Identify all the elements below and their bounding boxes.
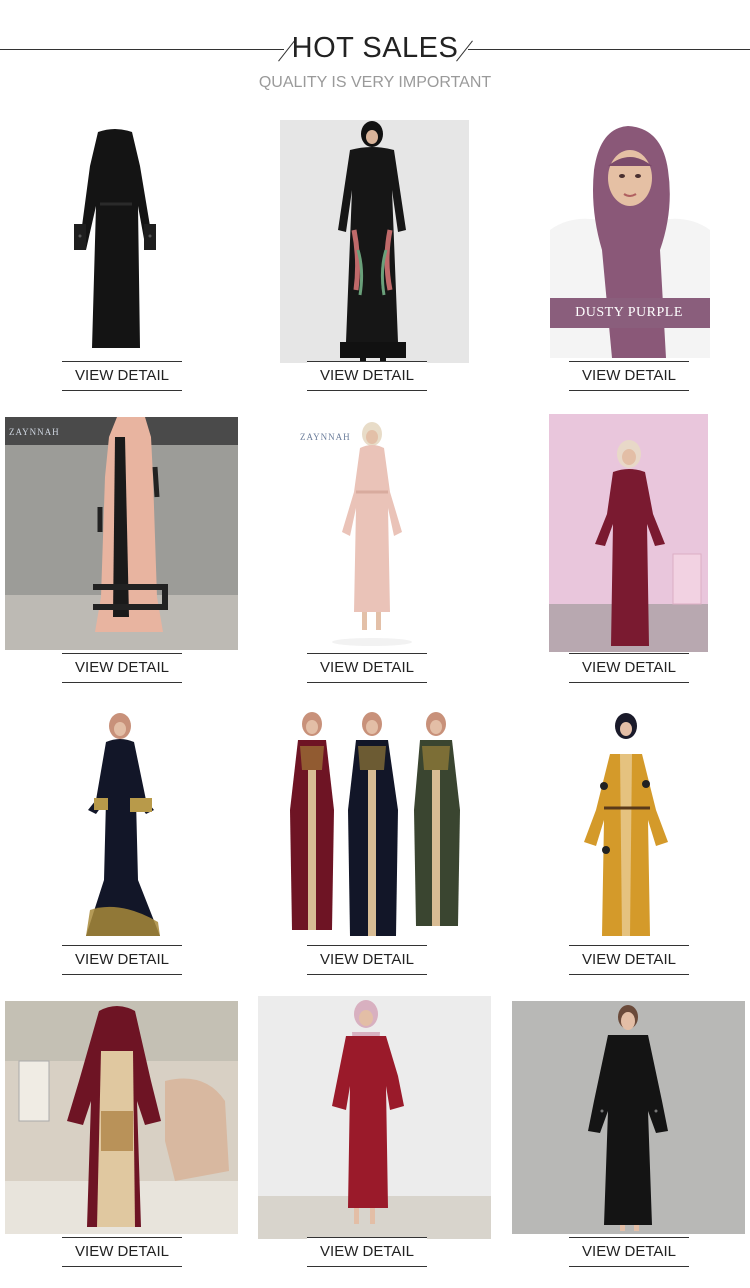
product-card: ZAYNNAH VIEW DETAIL	[0, 402, 250, 694]
view-detail-button[interactable]: VIEW DETAIL	[569, 1237, 689, 1267]
product-card: ZAYNNAH VIEW DETAIL	[250, 402, 500, 694]
view-detail-button[interactable]: VIEW DETAIL	[62, 945, 182, 975]
product-image[interactable]	[270, 710, 480, 942]
header-rule-right	[468, 49, 750, 50]
product-card: VIEW DETAIL	[250, 110, 500, 402]
view-detail-button[interactable]: VIEW DETAIL	[569, 945, 689, 975]
brand-logo: ZAYNNAH	[300, 432, 351, 442]
dress-illustration	[5, 1001, 238, 1234]
product-card: VIEW DETAIL	[0, 110, 250, 402]
product-image[interactable]	[549, 414, 708, 652]
view-detail-button[interactable]: VIEW DETAIL	[307, 945, 427, 975]
product-card: VIEW DETAIL	[0, 986, 250, 1278]
view-detail-button[interactable]: VIEW DETAIL	[569, 361, 689, 391]
product-card: VIEW DETAIL	[250, 694, 500, 986]
dress-illustration	[74, 129, 156, 348]
view-detail-button[interactable]: VIEW DETAIL	[307, 1237, 427, 1267]
section-header: HOT SALES QUALITY IS VERY IMPORTANT	[0, 0, 750, 110]
product-card: VIEW DETAIL	[250, 986, 500, 1278]
view-detail-button[interactable]: VIEW DETAIL	[307, 653, 427, 683]
dress-illustration	[549, 440, 708, 652]
product-card: VIEW DETAIL	[500, 694, 750, 986]
product-image[interactable]	[5, 1001, 238, 1234]
product-image[interactable]	[258, 996, 491, 1239]
product-image[interactable]	[60, 126, 170, 356]
view-detail-button[interactable]: VIEW DETAIL	[307, 361, 427, 391]
product-card: VIEW DETAIL	[0, 694, 250, 986]
dress-illustration	[338, 121, 406, 362]
product-image[interactable]	[580, 710, 680, 942]
product-image[interactable]	[512, 1001, 745, 1234]
product-card: VIEW DETAIL	[500, 402, 750, 694]
dress-illustration	[5, 417, 238, 650]
product-image[interactable]: ZAYNNAH	[5, 417, 238, 650]
product-image[interactable]	[70, 710, 180, 942]
dress-illustration	[588, 1005, 668, 1231]
product-image[interactable]: ZAYNNAH	[290, 412, 460, 652]
dress-illustration	[258, 1000, 491, 1239]
dress-illustration	[86, 713, 160, 936]
product-image[interactable]	[280, 120, 469, 363]
brand-logo: ZAYNNAH	[9, 427, 60, 437]
dress-illustration	[584, 713, 668, 936]
view-detail-button[interactable]: VIEW DETAIL	[62, 653, 182, 683]
three-dresses-illustration	[290, 712, 460, 936]
view-detail-button[interactable]: VIEW DETAIL	[62, 1237, 182, 1267]
view-detail-button[interactable]: VIEW DETAIL	[569, 653, 689, 683]
product-card: VIEW DETAIL	[500, 986, 750, 1278]
dress-illustration	[332, 422, 412, 646]
color-tag: DUSTY PURPLE	[550, 298, 710, 328]
product-image[interactable]: DUSTY PURPLE	[550, 120, 710, 358]
product-card: DUSTY PURPLE VIEW DETAIL	[500, 110, 750, 402]
view-detail-button[interactable]: VIEW DETAIL	[62, 361, 182, 391]
section-subtitle: QUALITY IS VERY IMPORTANT	[258, 74, 492, 91]
